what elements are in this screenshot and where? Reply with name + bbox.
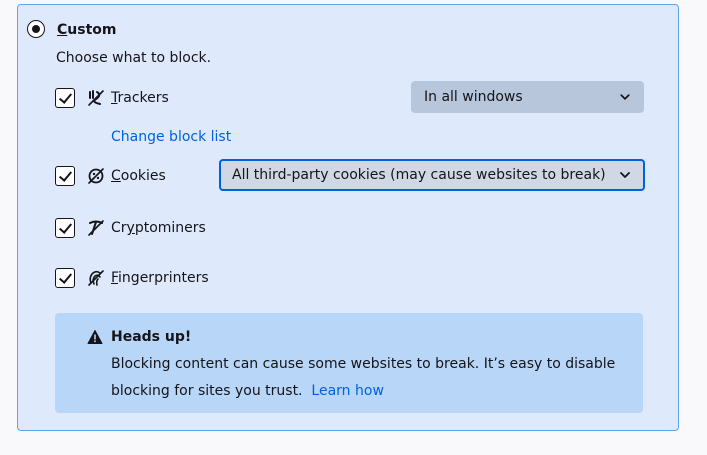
custom-radio-label[interactable]: Custom — [57, 20, 116, 40]
trackers-checkbox[interactable] — [55, 88, 75, 108]
trackers-label[interactable]: Trackers — [111, 88, 169, 108]
fingerprinters-checkbox[interactable] — [55, 268, 75, 288]
custom-radio[interactable] — [27, 20, 45, 38]
cryptominers-checkbox[interactable] — [55, 218, 75, 238]
learn-how-link[interactable]: Learn how — [311, 383, 383, 399]
trackers-scope-value: In all windows — [424, 89, 523, 105]
cookies-blocking-value: All third-party cookies (may cause websi… — [232, 167, 606, 183]
cookies-checkbox[interactable] — [55, 166, 75, 186]
heads-up-notice: Heads up! Blocking content can cause som… — [55, 313, 643, 413]
radio-selected-dot — [32, 25, 40, 33]
chevron-down-icon — [620, 94, 630, 100]
cryptominers-label[interactable]: Cryptominers — [111, 218, 206, 238]
cryptominer-icon — [88, 220, 104, 236]
change-block-list-link[interactable]: Change block list — [111, 127, 231, 147]
warning-icon — [87, 330, 103, 344]
cookie-icon — [88, 168, 104, 184]
tracker-icon — [88, 90, 104, 106]
cookies-label[interactable]: Cookies — [111, 166, 166, 186]
notice-body: Blocking content can cause some websites… — [111, 356, 616, 399]
trackers-scope-select[interactable]: In all windows — [411, 81, 644, 113]
fingerprinter-icon — [88, 270, 104, 286]
chevron-down-icon — [620, 172, 630, 178]
cookies-blocking-select[interactable]: All third-party cookies (may cause websi… — [219, 159, 645, 191]
notice-title: Heads up! — [111, 329, 192, 345]
custom-description: Choose what to block. — [56, 50, 212, 66]
custom-blocking-panel: Custom Choose what to block. Trackers In… — [17, 4, 679, 431]
fingerprinters-label[interactable]: Fingerprinters — [111, 268, 209, 288]
